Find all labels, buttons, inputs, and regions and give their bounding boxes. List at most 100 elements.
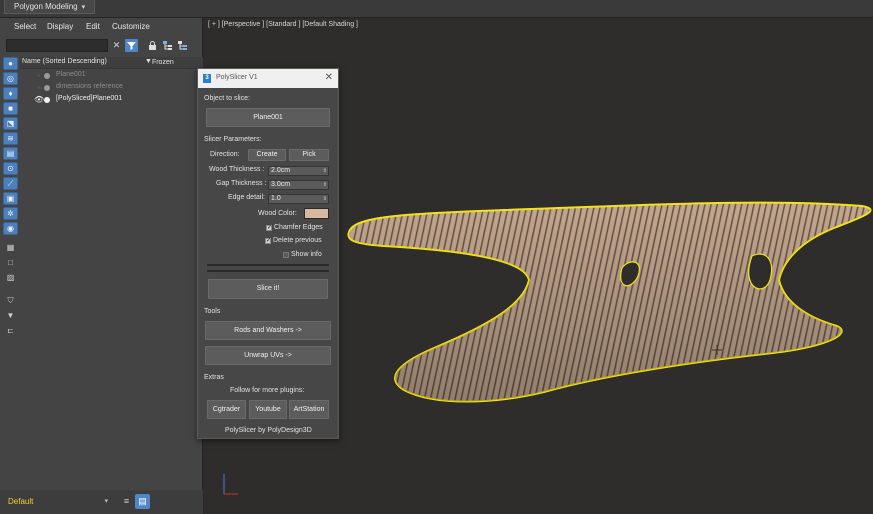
chevron-down-icon: ▾ [104, 498, 108, 505]
frozen-column-header[interactable]: ▼ Frozen [145, 58, 174, 66]
create-direction-button[interactable]: Create [248, 149, 286, 161]
display-frozen-icon[interactable]: ◉ [3, 222, 18, 235]
bench-hole-right [748, 253, 773, 290]
close-icon[interactable]: ✕ [325, 72, 333, 84]
display-spacewarps-icon[interactable]: ≋ [3, 132, 18, 145]
dialog-title: PolySlicer V1 [216, 74, 258, 81]
chamfer-edges-checkbox[interactable]: ✓ [266, 225, 272, 231]
tree-row-label: Plane001 [56, 71, 86, 78]
follow-label: Follow for more plugins: [230, 387, 305, 394]
slicer-parameters-label: Slicer Parameters: [204, 136, 262, 143]
youtube-button[interactable]: Youtube [249, 400, 287, 419]
dialog-titlebar[interactable]: 3 PolySlicer V1 ✕ [198, 69, 338, 88]
wood-thickness-label: Wood Thickness : [209, 166, 265, 173]
ribbon-bar: Polygon Modeling ▾ [0, 0, 873, 18]
pick-object-button[interactable]: Plane001 [206, 108, 330, 127]
display-groups-icon[interactable]: ▤ [3, 147, 18, 160]
display-geometry-icon[interactable]: ● [3, 57, 18, 70]
display-all-icon[interactable]: ▦ [3, 242, 18, 255]
sliced-bench-model[interactable] [347, 201, 872, 403]
edge-detail-spinner[interactable]: 1.0 ⇕ [268, 194, 329, 204]
clear-search-icon[interactable]: ✕ [110, 39, 123, 52]
layer-hierarchy-icon[interactable] [176, 39, 189, 52]
gap-thickness-label: Gap Thickness : [216, 180, 267, 187]
edge-detail-value: 1.0 [271, 195, 281, 202]
filter-icon[interactable] [125, 39, 138, 52]
delete-previous-label: Delete previous [273, 237, 322, 244]
pick-direction-button[interactable]: Pick [289, 149, 329, 161]
display-containers-icon[interactable]: ▣ [3, 192, 18, 205]
show-info-label: Show info [291, 251, 322, 258]
filter-options-icon[interactable]: ⛉ [3, 295, 18, 308]
object-to-slice-label: Object to slice: [204, 95, 250, 102]
menu-display[interactable]: Display [47, 22, 73, 31]
display-none-icon[interactable]: □ [3, 257, 18, 270]
edge-detail-label: Edge detail: [228, 194, 265, 201]
display-bones-icon[interactable]: ⟋ [3, 177, 18, 190]
spinner-arrows-icon[interactable]: ⇕ [323, 167, 327, 175]
spinner-arrows-icon[interactable]: ⇕ [323, 181, 327, 189]
selection-set-icon[interactable]: ⊏ [3, 325, 18, 338]
wood-thickness-value: 2.0cm [271, 167, 291, 174]
rods-and-washers-button[interactable]: Rods and Washers -> [205, 321, 331, 340]
visibility-off-icon[interactable]: ◦ [34, 71, 43, 80]
layer-bar: Default ▾ ≡ ▤ [0, 491, 203, 514]
funnel-icon[interactable]: ▼ [3, 310, 18, 323]
wood-thickness-spinner[interactable]: 2.0cm ⇕ [268, 166, 329, 176]
display-helpers-icon[interactable]: ⬔ [3, 117, 18, 130]
max-logo-icon: 3 [203, 74, 211, 83]
menu-customize[interactable]: Customize [112, 22, 150, 31]
display-particles-icon[interactable]: ✲ [3, 207, 18, 220]
layer-dropdown-value: Default [8, 497, 34, 506]
layer-dropdown[interactable]: Default ▾ [6, 495, 111, 508]
spinner-arrows-icon[interactable]: ⇕ [323, 195, 327, 203]
gap-thickness-value: 3.0cm [271, 181, 291, 188]
explorer-filter-toolbar: ● ◎ ♦ ■ ⬔ ≋ ▤ ⊙ ⟋ ▣ ✲ ◉ ▦ □ ▨ ⛉ ▼ ⊏ [3, 57, 19, 347]
unwrap-uvs-button[interactable]: Unwrap UVs -> [205, 346, 331, 365]
tree-row-label: dimensions reference [56, 83, 123, 90]
frozen-label: Frozen [151, 59, 174, 66]
object-icon [44, 73, 50, 79]
axis-tripod [223, 474, 238, 495]
display-lights-icon[interactable]: ♦ [3, 87, 18, 100]
eye-icon[interactable]: 👁 [34, 95, 44, 104]
ribbon-tab-polygon-modeling[interactable]: Polygon Modeling ▾ [4, 0, 96, 14]
layers-icon[interactable]: ≡ [120, 495, 133, 508]
slice-it-button[interactable]: Slice it! [208, 279, 328, 299]
menu-edit[interactable]: Edit [86, 22, 100, 31]
wood-color-swatch[interactable] [304, 208, 329, 219]
tools-label: Tools [204, 308, 221, 315]
show-info-checkbox[interactable] [283, 252, 289, 258]
display-shapes-icon[interactable]: ◎ [3, 72, 18, 85]
display-invert-icon[interactable]: ▨ [3, 272, 18, 285]
name-column-header[interactable]: Name (Sorted Descending) [22, 58, 107, 65]
cgtrader-button[interactable]: Cgtrader [207, 400, 246, 419]
hierarchy-icon[interactable] [161, 39, 174, 52]
footer-credit: PolySlicer by PolyDesign3D [225, 427, 312, 434]
search-input[interactable] [6, 39, 108, 52]
scene-explorer-panel: Select Display Edit Customize ✕ Name (So… [0, 18, 203, 514]
tree-row-plane001[interactable]: ◦ Plane001 [20, 70, 203, 82]
tree-row-dimensions-reference[interactable]: ◦ dimensions reference [20, 82, 203, 94]
ribbon-tab-label: Polygon Modeling [14, 2, 78, 11]
gap-thickness-spinner[interactable]: 3.0cm ⇕ [268, 180, 329, 190]
object-icon [44, 85, 50, 91]
extras-label: Extras [204, 374, 224, 381]
polyslicer-dialog: 3 PolySlicer V1 ✕ Object to slice: Plane… [197, 68, 339, 439]
chevron-down-icon: ▾ [81, 4, 86, 11]
progress-bar-bottom [207, 270, 329, 272]
delete-previous-checkbox[interactable]: ✓ [265, 238, 271, 244]
search-row: ✕ [6, 39, 201, 53]
column-header: Name (Sorted Descending) ▼ Frozen [20, 57, 203, 69]
display-cameras-icon[interactable]: ■ [3, 102, 18, 115]
wood-color-label: Wood Color: [258, 210, 297, 217]
viewport-label[interactable]: [ + ] [Perspective ] [Standard ] [Defaul… [208, 21, 358, 28]
visibility-off-icon[interactable]: ◦ [34, 83, 43, 92]
tree-row-polysliced-plane001[interactable]: 👁 [PolySliced]Plane001 [20, 94, 203, 106]
menu-select[interactable]: Select [14, 22, 36, 31]
progress-bar-top [207, 264, 329, 266]
display-xrefs-icon[interactable]: ⊙ [3, 162, 18, 175]
scene-explorer-icon[interactable]: ▤ [135, 494, 150, 509]
artstation-button[interactable]: ArtStation [289, 400, 329, 419]
lock-icon[interactable] [146, 39, 159, 52]
